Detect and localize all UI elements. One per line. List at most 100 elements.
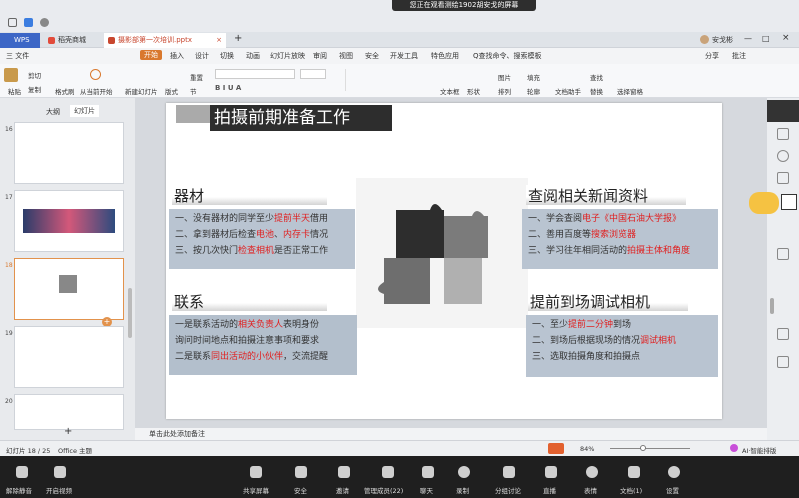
menu-developer[interactable]: 开发工具 — [390, 51, 418, 61]
settings-icon[interactable] — [777, 150, 789, 162]
new-tab-button[interactable]: + — [234, 33, 242, 44]
slide-thumbnail-19[interactable] — [14, 326, 124, 388]
video-thumbnail[interactable] — [767, 100, 799, 122]
tab-outline[interactable]: 大纲 — [46, 107, 60, 117]
avatar[interactable] — [700, 35, 709, 44]
record-icon[interactable] — [777, 356, 789, 368]
menu-animation[interactable]: 动画 — [246, 51, 260, 61]
chat-icon[interactable] — [422, 466, 434, 478]
zoom-slider-thumb[interactable] — [640, 445, 646, 451]
add-slide-button[interactable]: + — [64, 426, 72, 437]
find-button[interactable]: 查找 — [590, 72, 603, 82]
scrollbar[interactable] — [770, 298, 774, 314]
tab-wps[interactable]: WPS — [0, 33, 40, 48]
unmute-button[interactable]: 解除静音 — [6, 485, 32, 495]
record-icon[interactable] — [458, 466, 470, 478]
menu-design[interactable]: 设计 — [195, 51, 209, 61]
settings-button[interactable]: 设置 — [666, 485, 679, 495]
scrollbar[interactable] — [128, 288, 132, 338]
close-window-button[interactable]: × — [782, 33, 790, 43]
reactions-button[interactable]: 表情 — [584, 485, 597, 495]
pointer-icon[interactable] — [777, 128, 789, 140]
menu-home[interactable]: 开始 — [140, 50, 162, 60]
share-screen-icon[interactable] — [250, 466, 262, 478]
replace-button[interactable]: 替换 — [590, 86, 603, 96]
shield-icon[interactable] — [24, 18, 33, 27]
comment-button[interactable]: 批注 — [732, 51, 746, 61]
ai-layout-button[interactable]: AI·智能排版 — [742, 445, 776, 455]
security-button[interactable]: 安全 — [294, 485, 307, 495]
gear-icon[interactable] — [668, 466, 680, 478]
live-button[interactable]: 直播 — [543, 485, 556, 495]
new-slide-button[interactable]: 新建幻灯片 — [125, 86, 158, 96]
menu-transition[interactable]: 切换 — [220, 51, 234, 61]
record-button[interactable]: 录制 — [456, 485, 469, 495]
doc-helper-button[interactable]: 文档助手 — [555, 86, 581, 96]
window-icon[interactable] — [8, 18, 17, 27]
textbox-button[interactable]: 文本框 — [440, 86, 460, 96]
font-name-dropdown[interactable] — [215, 69, 295, 79]
emoji-icon[interactable] — [586, 466, 598, 478]
breakout-icon[interactable] — [503, 466, 515, 478]
start-video-button[interactable]: 开启视频 — [46, 485, 72, 495]
play-slideshow-button[interactable] — [548, 443, 564, 454]
chat-button[interactable]: 聊天 — [420, 485, 433, 495]
section-button[interactable]: 节 — [190, 86, 197, 96]
menu-insert[interactable]: 插入 — [170, 51, 184, 61]
tab-document[interactable]: 摄影部第一次培训.pptx × — [104, 33, 226, 48]
zoom-slider[interactable] — [610, 448, 690, 449]
copy-button[interactable]: 复制 — [28, 84, 41, 94]
maximize-button[interactable]: □ — [762, 34, 770, 43]
security-icon[interactable] — [295, 466, 307, 478]
slide-thumbnail-16[interactable] — [14, 122, 124, 184]
notes-area[interactable]: 单击此处添加备注 — [135, 428, 767, 440]
microphone-icon[interactable] — [16, 466, 28, 478]
shape-button[interactable]: 形状 — [467, 86, 480, 96]
command-search[interactable]: Q查找命令、搜索模板 — [473, 51, 542, 61]
paragraph-group[interactable] — [345, 69, 430, 91]
cut-button[interactable]: 剪切 — [28, 70, 41, 80]
paste-button[interactable] — [4, 68, 18, 82]
share-screen-button[interactable]: 共享屏幕 — [243, 485, 269, 495]
slide[interactable]: 拍摄前期准备工作 器材 一、没有器材的同学至少提前半天借用 二、拿到器材后检查电… — [166, 103, 722, 419]
invite-button[interactable]: 邀请 — [336, 485, 349, 495]
share-button[interactable]: 分享 — [705, 51, 719, 61]
video-icon[interactable] — [54, 466, 66, 478]
tab-slides[interactable]: 幻灯片 — [70, 105, 99, 117]
fill-button[interactable]: 填充 — [527, 72, 540, 82]
slide-thumbnail-17[interactable] — [14, 190, 124, 252]
wifi-icon[interactable] — [40, 18, 49, 27]
breakout-button[interactable]: 分组讨论 — [495, 485, 521, 495]
outline-button[interactable]: 轮廓 — [527, 86, 540, 96]
from-current-button[interactable]: 从当前开始 — [80, 86, 113, 96]
animation-icon[interactable] — [777, 248, 789, 260]
menu-file[interactable]: 三 文件 — [6, 51, 29, 61]
share-icon[interactable] — [777, 328, 789, 340]
play-icon[interactable] — [90, 69, 101, 80]
assistant-icon[interactable] — [749, 192, 779, 214]
qr-code-icon[interactable] — [781, 194, 797, 210]
live-icon[interactable] — [545, 466, 557, 478]
documents-button[interactable]: 文档(1) — [620, 485, 642, 495]
menu-review[interactable]: 审阅 — [313, 51, 327, 61]
layout-button[interactable]: 版式 — [165, 86, 178, 96]
menu-security[interactable]: 安全 — [365, 51, 379, 61]
reset-button[interactable]: 重置 — [190, 72, 203, 82]
close-icon[interactable]: × — [216, 33, 222, 48]
minimize-button[interactable]: — — [744, 34, 752, 43]
members-icon[interactable] — [382, 466, 394, 478]
menu-features[interactable]: 特色应用 — [431, 51, 459, 61]
properties-icon[interactable] — [777, 172, 789, 184]
format-painter-button[interactable]: 格式刷 — [55, 86, 75, 96]
picture-button[interactable]: 图片 — [498, 72, 511, 82]
tab-store[interactable]: 稻壳商城 — [44, 33, 104, 48]
slide-thumbnail-18[interactable] — [14, 258, 124, 320]
arrange-button[interactable]: 排列 — [498, 86, 511, 96]
select-pane-button[interactable]: 选择窗格 — [617, 86, 643, 96]
invite-icon[interactable] — [338, 466, 350, 478]
font-size-dropdown[interactable] — [300, 69, 326, 79]
slide-thumbnail-20[interactable] — [14, 394, 124, 430]
menu-slideshow[interactable]: 幻灯片放映 — [270, 51, 305, 61]
font-style-buttons[interactable]: B I U A — [215, 84, 325, 92]
document-icon[interactable] — [628, 466, 640, 478]
